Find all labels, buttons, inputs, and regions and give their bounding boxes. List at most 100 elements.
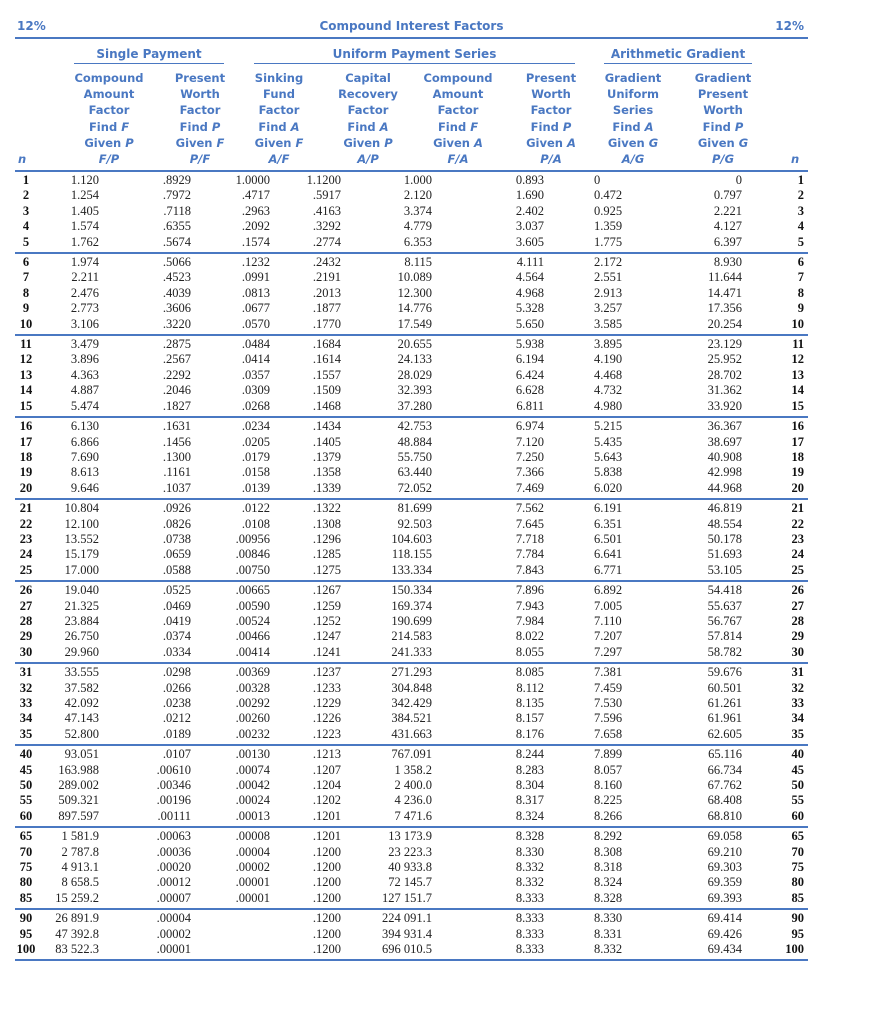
cell-pg: 36.367 [707,419,742,434]
cell-pg: 56.767 [707,613,742,628]
cell-fp: 163.988 [58,762,99,777]
cell-fa: 12.300 [397,285,432,300]
cell-pf: .0419 [162,613,191,628]
column-header-line: Factor [258,103,300,118]
cell-pg: 55.637 [707,598,742,613]
cell-pg: 11.644 [708,270,742,285]
cell-ag: 4.732 [594,383,623,398]
cell-ag: 7.658 [594,726,623,741]
column-header-line: Uniform [606,87,660,102]
cell-n2: 8 [797,285,804,300]
cell-fa: 20.655 [397,337,432,352]
cell-fp: 26.750 [64,629,99,644]
cell-n: 95 [19,926,33,941]
cell-pg: 69.359 [707,875,742,890]
cell-n: 75 [19,860,33,875]
cell-n: 9 [22,301,30,316]
cell-af: .1574 [241,234,270,249]
cell-fa: 32.393 [397,383,432,398]
cell-af: .00369 [235,665,270,680]
table-row: 29 26.750 .0374 .00466 .1247 214.583 8.022 7.20… [15,629,808,644]
cell-ag: 2.913 [594,285,623,300]
cell-ap: .2432 [312,255,341,270]
cell-ag: 5.435 [594,434,623,449]
cell-pf: .0469 [162,598,191,613]
table-row: 90 26 891.9 .00004 .1200 224 091.1 8.333 8.330… [15,911,808,926]
cell-fp: 93.051 [64,747,99,762]
cell-fa: 14.776 [397,301,432,316]
table-row: 28 23.884 .0419 .00524 .1252 190.699 7.984 7.11… [15,614,808,629]
cell-fp: 47 392.8 [55,926,99,941]
cell-ag: 1.359 [594,219,623,234]
cell-n: 19 [19,465,33,480]
cell-n2: 25 [791,562,805,577]
cell-pg: 0.797 [713,188,742,203]
cell-pa: 6.194 [515,352,544,367]
cell-af: .0158 [241,465,270,480]
cell-fp: 1.120 [70,173,99,187]
cell-ap: .3292 [312,219,341,234]
cell-af: .00260 [235,711,270,726]
cell-ag: 5.215 [594,419,623,434]
cell-ap: .1770 [312,316,341,331]
cell-fa: 2.120 [403,188,432,203]
cell-pf: .5674 [162,234,191,249]
cell-fp: 6.130 [70,419,99,434]
cell-n2: 14 [791,383,805,398]
cell-af: .00665 [235,583,270,598]
cell-pg: 20.254 [707,316,742,331]
cell-pg: 48.554 [707,516,742,531]
cell-ag: 8.308 [594,844,623,859]
cell-fa: 342.429 [391,696,432,710]
cell-fp: 4 913.1 [61,860,100,875]
cell-pg: 59.676 [707,665,742,680]
cell-fa: 55.750 [397,449,432,464]
cell-fp: 37.582 [64,680,99,695]
cell-fp: 3.896 [70,352,99,367]
cell-ap: .1877 [312,301,341,316]
column-header-symbol: P/G [711,152,735,167]
group-uniform-payment-series: Uniform Payment Series [254,47,575,64]
cell-n: 70 [19,844,33,859]
table-row: 32 37.582 .0266 .00328 .1233 304.848 8.112 7.45… [15,681,808,696]
cell-pf: .1456 [162,434,191,449]
cell-pg: 54.418 [707,583,742,598]
cell-n2: 21 [791,501,805,516]
cell-ag: 8.292 [594,829,623,844]
table-row: 70 2 787.8 .00036 .00004 .1200 23 223.3 8.330 8… [15,845,808,860]
cell-n2: 18 [791,449,805,464]
cell-pf: .2875 [162,337,191,352]
cell-fp: 21.325 [64,598,99,613]
cell-n2: 12 [791,352,805,367]
cell-ag: 1.775 [594,234,623,249]
cell-ag: 8.266 [594,808,623,823]
cell-af: .00001 [235,890,270,905]
cell-pa: 8.304 [515,778,544,793]
cell-ag: 5.838 [594,465,623,480]
cell-pf: .00004 [156,911,191,926]
cell-fa: 63.440 [397,465,432,480]
column-header-find: Find A [347,119,389,134]
cell-ap: .1614 [312,352,341,367]
cell-pa: 8.332 [515,860,544,875]
cell-af: .2092 [241,219,270,234]
table-row: 11 3.479 .2875 .0484 .1684 20.655 5.938 3.895 23… [15,337,808,352]
cell-af: .4717 [241,188,270,203]
cell-n2: 2 [797,188,804,203]
column-header-given: Given G [607,135,659,150]
cell-pg: 4.127 [713,219,742,234]
cell-fa: 48.884 [397,434,432,449]
cell-ap: .1684 [312,337,341,352]
cell-n2: 55 [791,793,805,808]
cell-ap: .1252 [312,613,341,628]
column-header-pg: Gradient Present Worth Find P Given G P/G [675,70,771,167]
cell-n: 20 [19,480,33,495]
cell-pf: .1827 [162,398,191,413]
cell-fp: 13.552 [64,531,99,546]
cell-fp: 19.040 [64,583,99,598]
cell-ap: .1233 [312,680,341,695]
cell-af: .0205 [241,434,270,449]
cell-pg: 44.968 [707,480,742,495]
cell-pg: 68.810 [707,808,742,823]
cell-ag: 8.328 [594,890,623,905]
